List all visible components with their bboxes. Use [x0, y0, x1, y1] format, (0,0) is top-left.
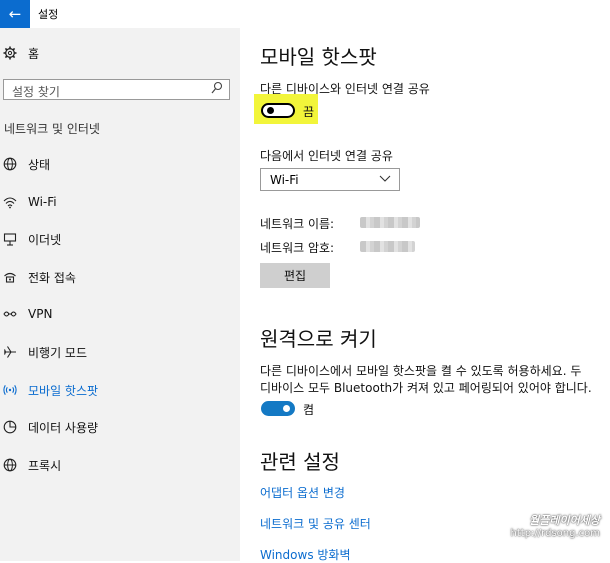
wifi-icon: [3, 195, 17, 209]
sidebar-item-mobile-hotspot[interactable]: 모바일 핫스팟: [0, 375, 240, 405]
title-bar: [0, 0, 610, 28]
remote-toggle-state: 켬: [303, 403, 315, 417]
sidebar-item-airplane-mode[interactable]: 비행기 모드: [0, 337, 240, 367]
network-name-label: 네트워크 이름:: [260, 217, 335, 231]
ethernet-icon: [3, 232, 17, 246]
remote-description-line2: 디바이스 모두 Bluetooth가 켜져 있고 페어링되어 있어야 합니다.: [260, 381, 592, 395]
airplane-icon: [3, 345, 17, 359]
back-button[interactable]: ←: [0, 0, 30, 28]
toggle-knob: [283, 405, 290, 412]
watermark: 월플레이어세상 http://rdsong.com: [511, 512, 600, 539]
sidebar-item-label: 전화 접속: [28, 270, 76, 285]
dialup-icon: [3, 270, 17, 284]
adapter-options-link[interactable]: 어댑터 옵션 변경: [260, 484, 345, 501]
share-toggle[interactable]: [261, 103, 295, 118]
sidebar-item-ethernet[interactable]: 이더넷: [0, 224, 240, 254]
page-title: 모바일 핫스팟: [260, 45, 377, 69]
sidebar-item-status[interactable]: 상태: [0, 149, 240, 179]
search-icon: [211, 81, 223, 98]
search-input[interactable]: 설정 찾기: [3, 79, 230, 100]
toggle-knob: [267, 107, 274, 114]
share-from-value: Wi-Fi: [270, 173, 299, 187]
sidebar-item-proxy[interactable]: 프록시: [0, 450, 240, 480]
sidebar-item-dialup[interactable]: 전화 접속: [0, 262, 240, 292]
edit-button[interactable]: 편집: [260, 263, 330, 288]
share-from-dropdown[interactable]: Wi-Fi: [260, 168, 400, 191]
remote-toggle[interactable]: [261, 401, 295, 416]
sidebar-item-vpn[interactable]: VPN: [0, 299, 240, 329]
sidebar-item-label: 이더넷: [28, 232, 62, 247]
sidebar-item-label: 홈: [28, 46, 40, 61]
network-sharing-center-link[interactable]: 네트워크 및 공유 센터: [260, 515, 371, 532]
globe-icon: [3, 458, 17, 472]
sidebar-item-label: 데이터 사용량: [28, 420, 99, 435]
watermark-title: 월플레이어세상: [529, 514, 600, 527]
chevron-down-icon: [379, 171, 391, 188]
sidebar-item-label: 비행기 모드: [28, 345, 88, 360]
sidebar-item-label: 모바일 핫스팟: [28, 383, 99, 398]
sidebar-item-home[interactable]: 홈: [0, 38, 240, 68]
sidebar-item-label: VPN: [28, 307, 53, 321]
related-settings-title: 관련 설정: [260, 450, 340, 474]
network-password-label: 네트워크 암호:: [260, 241, 335, 255]
gear-icon: [3, 46, 17, 60]
section-title: 네트워크 및 인터넷: [4, 122, 100, 136]
search-placeholder: 설정 찾기: [12, 85, 60, 99]
sidebar-item-wifi[interactable]: Wi-Fi: [0, 187, 240, 217]
remote-description-line1: 다른 디바이스에서 모바일 핫스팟을 켤 수 있도록 허용하세요. 두: [260, 364, 582, 378]
windows-firewall-link[interactable]: Windows 방화벽: [260, 546, 351, 563]
arrow-left-icon: ←: [8, 5, 22, 23]
share-from-label: 다음에서 인터넷 연결 공유: [260, 149, 393, 163]
network-password-value-blurred: [360, 241, 415, 252]
sidebar-item-label: 상태: [28, 157, 51, 172]
vpn-icon: [3, 307, 17, 321]
sidebar-item-data-usage[interactable]: 데이터 사용량: [0, 412, 240, 442]
sidebar: 홈 설정 찾기 네트워크 및 인터넷 상태 Wi-Fi 이더넷 전화 접속 VP…: [0, 28, 240, 561]
remote-title: 원격으로 켜기: [260, 327, 377, 351]
sidebar-item-label: Wi-Fi: [28, 195, 57, 209]
network-name-value-blurred: [360, 217, 420, 228]
globe-icon: [3, 157, 17, 171]
watermark-url: http://rdsong.com: [510, 528, 600, 539]
app-title: 설정: [38, 8, 59, 21]
sidebar-item-label: 프록시: [28, 458, 62, 473]
share-toggle-state: 끔: [303, 105, 315, 119]
hotspot-icon: [3, 383, 17, 397]
data-usage-icon: [3, 420, 17, 434]
